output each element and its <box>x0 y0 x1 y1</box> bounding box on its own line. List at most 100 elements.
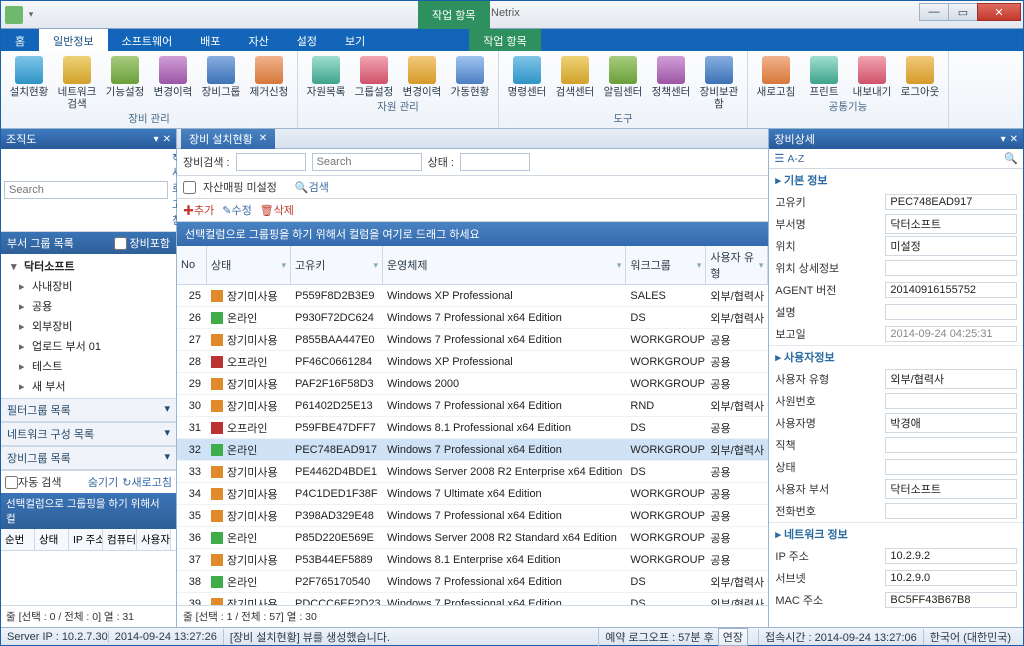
prop-value[interactable]: 10.2.9.2 <box>885 548 1017 564</box>
ribbon-검색센터[interactable]: 검색센터 <box>551 54 599 110</box>
left-col[interactable]: 상태 <box>35 529 69 550</box>
col-key[interactable]: 고유키▾ <box>291 246 383 284</box>
ribbon-명령센터[interactable]: 명령센터 <box>503 54 551 110</box>
tree-node[interactable]: ▸ 사내장비 <box>1 276 176 296</box>
app-icon[interactable] <box>5 6 23 24</box>
tab-asset[interactable]: 자산 <box>234 29 282 51</box>
auto-search-checkbox[interactable] <box>5 476 18 489</box>
minimize-button[interactable]: — <box>919 3 949 21</box>
ribbon-알림센터[interactable]: 알림센터 <box>599 54 647 110</box>
left-col[interactable]: 순번 <box>1 529 35 550</box>
left-col[interactable]: 컴퓨터명 <box>103 529 137 550</box>
table-row[interactable]: 37장기미사용P53B44EF5889Windows 8.1 Enterpris… <box>177 549 768 571</box>
pin-icon[interactable]: ▾ <box>1001 134 1006 145</box>
table-row[interactable]: 29장기미사용PAF2F16F58D3Windows 2000WORKGROUP… <box>177 373 768 395</box>
prop-value[interactable]: 20140916155752 <box>885 282 1017 298</box>
table-row[interactable]: 36온라인P85D220E569EWindows Server 2008 R2 … <box>177 527 768 549</box>
prop-value[interactable] <box>885 437 1017 453</box>
tree-node[interactable]: ▸ 새 부서 <box>1 376 176 396</box>
prop-value[interactable]: 2014-09-24 04:25:31 <box>885 326 1017 342</box>
grid-search-input[interactable] <box>312 153 422 171</box>
table-row[interactable]: 35장기미사용P398AD329E48Windows 7 Professiona… <box>177 505 768 527</box>
asset-unmapped-checkbox[interactable] <box>183 181 196 194</box>
tree-node[interactable]: ▾ 닥터소프트 <box>1 256 176 276</box>
ribbon-가동현황[interactable]: 가동현황 <box>446 54 494 98</box>
tree-node[interactable]: ▸ 공용 <box>1 296 176 316</box>
tab-general[interactable]: 일반정보 <box>39 29 107 51</box>
tab-task[interactable]: 작업 항목 <box>469 29 541 51</box>
tree-node[interactable]: ▸ 업로드 부서 01 <box>1 336 176 356</box>
table-row[interactable]: 33장기미사용PE4462D4BDE1Windows Server 2008 R… <box>177 461 768 483</box>
pin-icon[interactable]: ▾ <box>154 134 159 145</box>
status-combo[interactable] <box>460 153 530 171</box>
prop-value[interactable] <box>885 304 1017 320</box>
prop-value[interactable] <box>885 459 1017 475</box>
qat-dropdown-icon[interactable]: ▾ <box>25 6 37 24</box>
ribbon-변경이력[interactable]: 변경이력 <box>398 54 446 98</box>
search-button[interactable]: 🔍검색 <box>295 179 329 195</box>
panel-close-icon[interactable]: ✕ <box>163 134 171 145</box>
tab-software[interactable]: 소프트웨어 <box>108 29 187 51</box>
cat-network[interactable]: ▸ 네트워크 정보 <box>769 522 1023 545</box>
prop-value[interactable]: 박경애 <box>885 413 1017 433</box>
prop-value[interactable]: PEC748EAD917 <box>885 194 1017 210</box>
tab-view[interactable]: 보기 <box>331 29 379 51</box>
tab-home[interactable]: 홈 <box>1 29 39 51</box>
ribbon-로그아웃[interactable]: 로그아웃 <box>896 54 944 98</box>
left-col[interactable]: IP 주소 <box>69 529 103 550</box>
ribbon-변경이력[interactable]: 변경이력 <box>149 54 197 110</box>
ribbon-새로고침[interactable]: 새로고침 <box>752 54 800 98</box>
refresh-button-2[interactable]: ↻새로고침 <box>122 474 172 490</box>
org-search-input[interactable] <box>4 181 168 199</box>
hide-button[interactable]: 숨기기 <box>88 474 118 490</box>
prop-value[interactable]: 미설정 <box>885 236 1017 256</box>
ribbon-프린트[interactable]: 프린트 <box>800 54 848 98</box>
ribbon-장비보관함[interactable]: 장비보관함 <box>695 54 743 110</box>
prop-value[interactable]: 닥터소프트 <box>885 479 1017 499</box>
prop-value[interactable]: 10.2.9.0 <box>885 570 1017 586</box>
prop-value[interactable] <box>885 260 1017 276</box>
delete-button[interactable]: 🗑삭제 <box>260 202 294 218</box>
col-usertype[interactable]: 사용자 유형▾ <box>706 246 768 284</box>
ribbon-설치현황[interactable]: 설치현황 <box>5 54 53 110</box>
table-row[interactable]: 28오프라인PF46C0661284Windows XP Professiona… <box>177 351 768 373</box>
ribbon-내보내기[interactable]: 내보내기 <box>848 54 896 98</box>
table-row[interactable]: 25장기미사용P559F8D2B3E9Windows XP Profession… <box>177 285 768 307</box>
tree-node[interactable]: ▸ 테스트 <box>1 356 176 376</box>
add-button[interactable]: ✚추가 <box>183 202 214 218</box>
table-row[interactable]: 32온라인PEC748EAD917Windows 7 Professional … <box>177 439 768 461</box>
table-row[interactable]: 27장기미사용P855BAA447E0Windows 7 Professiona… <box>177 329 768 351</box>
ribbon-정책센터[interactable]: 정책센터 <box>647 54 695 110</box>
col-no[interactable]: No <box>177 246 207 284</box>
device-group-section[interactable]: 장비그룹 목록▾ <box>1 446 176 470</box>
prop-value[interactable] <box>885 393 1017 409</box>
sort-az-button[interactable]: A-Z <box>787 153 804 165</box>
close-button[interactable]: ✕ <box>977 3 1021 21</box>
edit-button[interactable]: ✎수정 <box>222 202 251 218</box>
ribbon-장비그룹[interactable]: 장비그룹 <box>197 54 245 110</box>
table-row[interactable]: 26온라인P930F72DC624Windows 7 Professional … <box>177 307 768 329</box>
col-os[interactable]: 운영체제▾ <box>383 246 626 284</box>
col-status[interactable]: 상태▾ <box>207 246 291 284</box>
filter-group-section[interactable]: 필터그룹 목록▾ <box>1 398 176 422</box>
prop-value[interactable]: 외부/협력사 <box>885 369 1017 389</box>
cat-user[interactable]: ▸ 사용자정보 <box>769 345 1023 368</box>
include-device-checkbox[interactable] <box>114 237 127 250</box>
search-category-combo[interactable] <box>236 153 306 171</box>
table-row[interactable]: 38온라인P2F765170540Windows 7 Professional … <box>177 571 768 593</box>
tree-node[interactable]: ▸ 외부장비 <box>1 316 176 336</box>
network-group-section[interactable]: 네트워크 구성 목록▾ <box>1 422 176 446</box>
ribbon-제거신청[interactable]: 제거신청 <box>245 54 293 110</box>
panel-close-icon[interactable]: ✕ <box>1010 134 1018 145</box>
tab-settings[interactable]: 설정 <box>283 29 331 51</box>
doc-tab[interactable]: 장비 설치현황 ✕ <box>181 129 275 149</box>
left-col[interactable]: 사용자 <box>137 529 171 550</box>
list-icon[interactable]: ☰ <box>774 152 784 165</box>
prop-value[interactable]: 닥터소프트 <box>885 214 1017 234</box>
table-row[interactable]: 31오프라인P59FBE47DFF7Windows 8.1 Profession… <box>177 417 768 439</box>
table-row[interactable]: 39장기미사용PDCCC6EF2D23Windows 7 Professiona… <box>177 593 768 605</box>
table-row[interactable]: 34장기미사용P4C1DED1F38FWindows 7 Ultimate x6… <box>177 483 768 505</box>
ribbon-네트워크검색[interactable]: 네트워크검색 <box>53 54 101 110</box>
maximize-button[interactable]: ▭ <box>948 3 978 21</box>
prop-value[interactable]: BC5FF43B67B8 <box>885 592 1017 608</box>
